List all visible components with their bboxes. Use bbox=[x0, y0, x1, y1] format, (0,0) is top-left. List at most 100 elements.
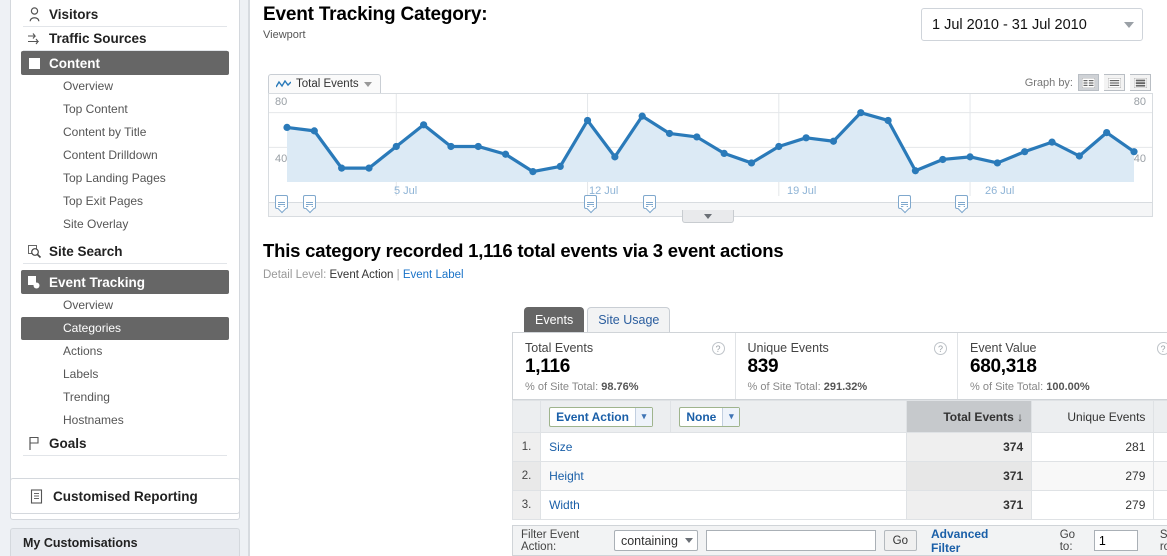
metric-value: 839 bbox=[747, 356, 779, 377]
sidebar-subitem-top-exit-pages[interactable]: Top Exit Pages bbox=[21, 190, 229, 213]
metric-card-unique-events: Unique Events 839 % of Site Total: 291.3… bbox=[734, 333, 958, 399]
row-dimension-link[interactable]: Size bbox=[549, 440, 572, 454]
sidebar-item-traffic-sources[interactable]: Traffic Sources bbox=[23, 27, 227, 51]
sort-desc-icon: ↓ bbox=[1017, 409, 1024, 424]
tab-events[interactable]: Events bbox=[524, 307, 585, 332]
col-header-total-events[interactable]: Total Events ↓ bbox=[905, 400, 1033, 433]
page-subtitle: Viewport bbox=[263, 29, 306, 41]
main-content: Event Tracking Category: Viewport 1 Jul … bbox=[250, 0, 1167, 556]
annotation-expand-handle[interactable] bbox=[682, 210, 734, 223]
row-total-events: 371 bbox=[905, 461, 1033, 491]
analytics-report-page: Visitors Traffic Sources Content Overvie… bbox=[0, 0, 1167, 556]
sidebar-item-content[interactable]: Content bbox=[21, 51, 229, 75]
metric-value: 680,318 bbox=[970, 356, 1037, 377]
help-icon[interactable]: ? bbox=[934, 342, 947, 355]
metric-summary-cards: Total Events 1,116 % of Site Total: 98.7… bbox=[512, 332, 1167, 400]
metric-label: Total Events bbox=[525, 341, 594, 355]
sidebar-subitem-event-actions[interactable]: Actions bbox=[21, 340, 229, 363]
graph-by-label: Graph by: bbox=[1024, 76, 1073, 89]
table-head: Event Action ▾ None ▾ Total Events ↓ Uni… bbox=[511, 400, 1167, 433]
filter-text-input[interactable] bbox=[705, 530, 876, 551]
sidebar-subitem-overview[interactable]: Overview bbox=[21, 75, 229, 98]
annotation-marker[interactable] bbox=[898, 195, 911, 209]
sidebar-item-event-tracking[interactable]: Event Tracking bbox=[21, 270, 229, 294]
graph-by-month-button[interactable] bbox=[1130, 74, 1151, 91]
detail-level-link-event-label[interactable]: Event Label bbox=[403, 269, 464, 281]
secondary-dimension-select[interactable]: None ▾ bbox=[679, 406, 741, 427]
row-dimension-cell: Width bbox=[540, 490, 907, 520]
sidebar-subitem-event-categories[interactable]: Categories bbox=[21, 317, 229, 340]
sidebar-subitem-content-drilldown[interactable]: Content Drilldown bbox=[21, 144, 229, 167]
annotation-marker[interactable] bbox=[584, 195, 597, 209]
metric-card-event-value: Event Value 680,318 % of Site Total: 100… bbox=[957, 333, 1167, 399]
metric-sub-value: 100.00% bbox=[1046, 381, 1090, 393]
sidebar-item-site-search[interactable]: Site Search bbox=[23, 240, 227, 264]
metric-selector-tab[interactable]: Total Events bbox=[268, 74, 381, 93]
filter-go-button[interactable]: Go bbox=[883, 530, 918, 551]
sidebar-item-goals[interactable]: Goals bbox=[23, 432, 227, 456]
metric-sub-prefix: % of Site Total: bbox=[747, 381, 821, 393]
page-title: Event Tracking Category: bbox=[263, 4, 488, 25]
tab-site-usage[interactable]: Site Usage bbox=[587, 307, 671, 332]
advanced-filter-link[interactable]: Advanced Filter bbox=[931, 527, 1012, 555]
customised-reporting-row[interactable]: Customised Reporting bbox=[11, 479, 239, 513]
sidebar-subitem-content-by-title[interactable]: Content by Title bbox=[21, 121, 229, 144]
dimension-select[interactable]: Event Action ▾ bbox=[549, 406, 653, 427]
secondary-select-value: None bbox=[686, 409, 717, 424]
annotation-marker[interactable] bbox=[643, 195, 656, 209]
traffic-arrows-icon bbox=[25, 31, 43, 47]
detail-level-separator: | bbox=[396, 269, 400, 281]
sidebar-item-label: Site Search bbox=[49, 244, 123, 259]
metric-sub-value: 291.32% bbox=[823, 381, 868, 393]
customised-reporting-card[interactable]: Customised Reporting bbox=[10, 478, 240, 514]
sidebar-subitem-event-overview[interactable]: Overview bbox=[21, 294, 229, 317]
sidebar-subitem-event-labels[interactable]: Labels bbox=[21, 363, 229, 386]
dimension-select-value: Event Action bbox=[556, 409, 629, 424]
events-line-chart[interactable]: 80 40 80 40 5 Jul 12 Jul 19 Jul 26 Jul bbox=[268, 93, 1153, 203]
sidebar-subitem-site-overlay[interactable]: Site Overlay bbox=[21, 213, 229, 236]
sidebar-subitem-top-content[interactable]: Top Content bbox=[21, 98, 229, 121]
events-data-table: Event Action ▾ None ▾ Total Events ↓ Uni… bbox=[511, 400, 1167, 520]
annotation-marker[interactable] bbox=[303, 195, 316, 209]
page-square-icon bbox=[25, 55, 43, 71]
table-footer: Filter Event Action: containing Go Advan… bbox=[512, 525, 1167, 556]
y-axis-tick-top-left: 80 bbox=[275, 96, 288, 108]
goto-page-input[interactable] bbox=[1093, 530, 1138, 551]
my-customisations-card[interactable]: My Customisations bbox=[10, 528, 240, 556]
row-dimension-link[interactable]: Width bbox=[549, 498, 580, 512]
sidebar-subitem-event-trending[interactable]: Trending bbox=[21, 386, 229, 409]
graph-by-control: Graph by: bbox=[1025, 74, 1151, 91]
row-event-value: 0 bbox=[1153, 432, 1167, 462]
metric-label: Unique Events bbox=[747, 341, 829, 355]
table-body: 1. Size 374 281 0 0.00 2. Height 371 279 bbox=[511, 432, 1167, 520]
dimension-select-cell: Event Action ▾ bbox=[540, 400, 672, 433]
col-header-unique-events[interactable]: Unique Events bbox=[1031, 400, 1155, 433]
sidebar-subitem-top-landing-pages[interactable]: Top Landing Pages bbox=[21, 167, 229, 190]
row-event-value: 242,054 bbox=[1153, 461, 1167, 491]
chevron-down-icon bbox=[1124, 21, 1134, 28]
sidebar-item-visitors[interactable]: Visitors bbox=[23, 3, 227, 27]
sidebar: Visitors Traffic Sources Content Overvie… bbox=[0, 0, 250, 556]
annotation-marker[interactable] bbox=[955, 195, 968, 209]
row-dimension-link[interactable]: Height bbox=[549, 469, 584, 483]
col-header-event-value[interactable]: Event Value bbox=[1153, 400, 1167, 433]
date-range-value: 1 Jul 2010 - 31 Jul 2010 bbox=[932, 16, 1087, 33]
sidebar-subitem-event-hostnames[interactable]: Hostnames bbox=[21, 409, 229, 432]
col-header-label: Total Events bbox=[943, 409, 1014, 424]
report-doc-icon bbox=[27, 488, 45, 504]
annotation-marker[interactable] bbox=[275, 195, 288, 209]
graph-by-week-button[interactable] bbox=[1104, 74, 1125, 91]
filter-operator-select[interactable]: containing bbox=[613, 530, 698, 551]
date-range-picker[interactable]: 1 Jul 2010 - 31 Jul 2010 bbox=[921, 8, 1143, 41]
detail-level-current: Event Action bbox=[329, 269, 394, 281]
x-axis-tick-19jul: 19 Jul bbox=[787, 185, 817, 197]
row-total-events: 374 bbox=[905, 432, 1033, 462]
help-icon[interactable]: ? bbox=[1156, 342, 1167, 355]
sidebar-item-label: Content bbox=[49, 55, 100, 71]
help-icon[interactable]: ? bbox=[711, 342, 725, 355]
metric-value: 1,116 bbox=[525, 356, 570, 377]
graph-by-day-button[interactable] bbox=[1078, 74, 1099, 91]
metric-sub-value: 98.76% bbox=[601, 381, 639, 393]
metric-label: Event Value bbox=[970, 341, 1037, 355]
summary-block: This category recorded 1,116 total event… bbox=[263, 240, 1163, 281]
